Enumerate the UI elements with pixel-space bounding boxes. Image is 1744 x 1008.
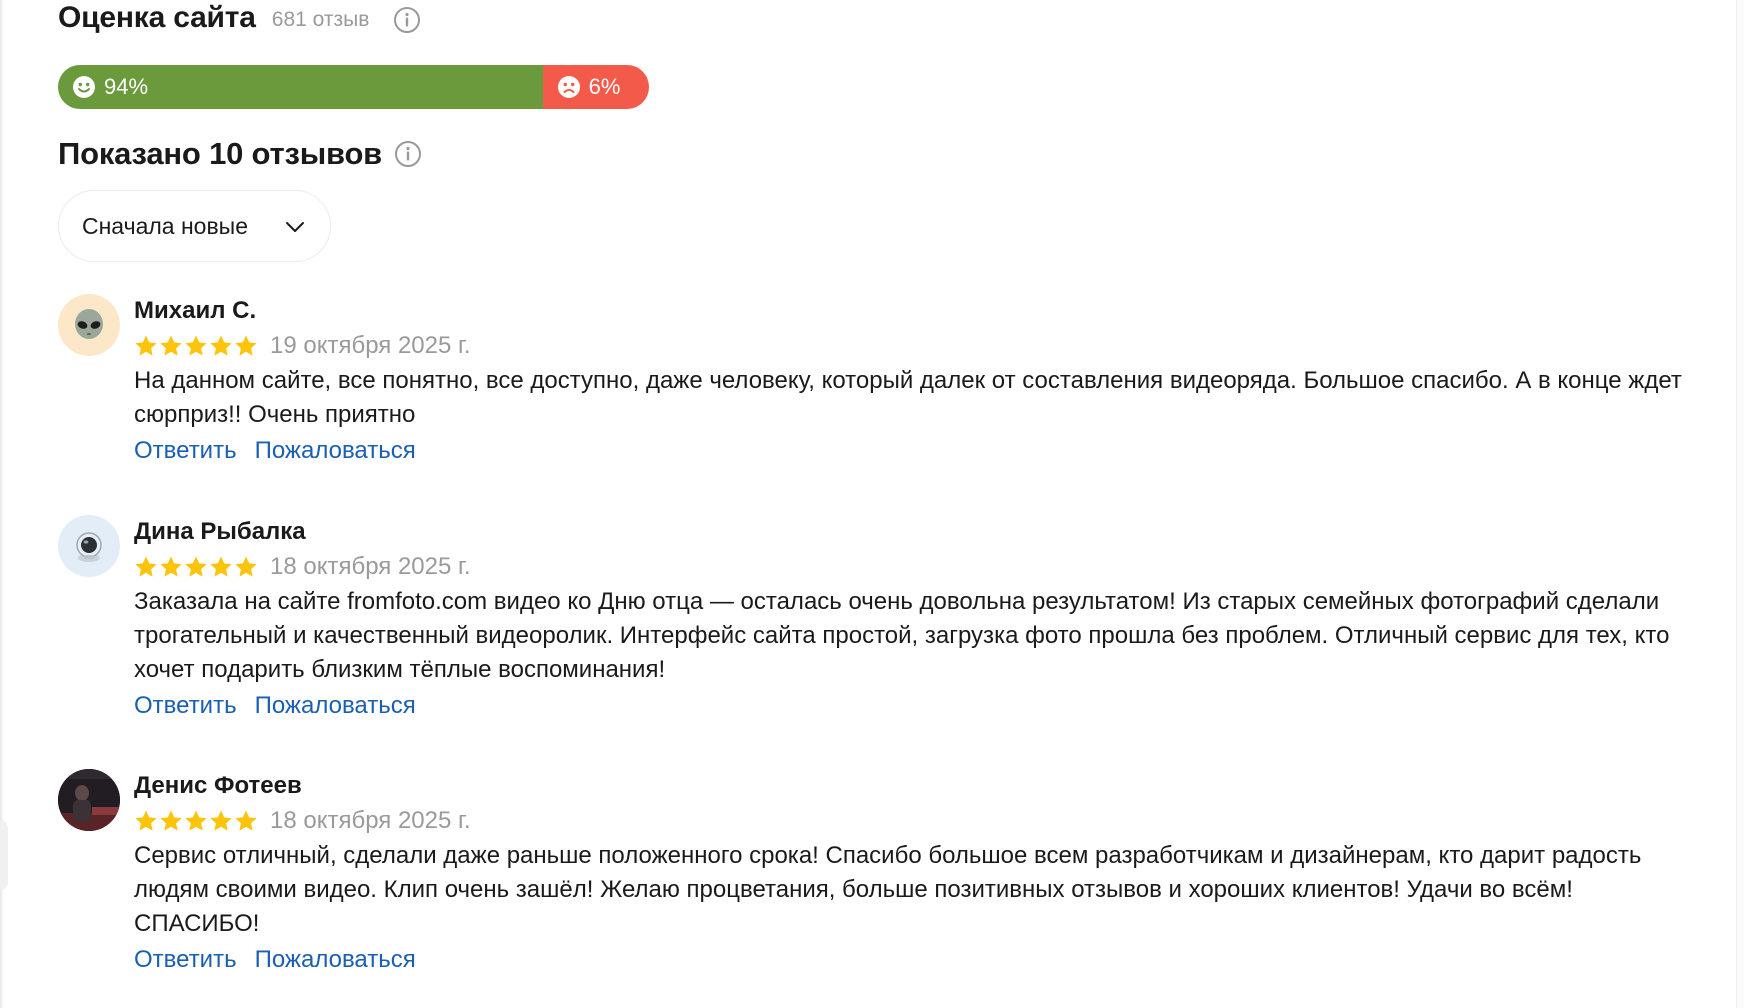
reply-link[interactable]: Ответить — [134, 946, 237, 974]
star-icon — [185, 556, 207, 577]
star-icon — [185, 810, 207, 831]
review-content: Михаил С. 19 октября 2025 г. На данном с… — [134, 294, 1694, 468]
photo-avatar-icon[interactable] — [58, 769, 120, 831]
rating-title: Оценка сайта — [58, 1, 256, 34]
star-icon — [210, 335, 232, 356]
review-text: Заказала на сайте fromfoto.com видео ко … — [134, 588, 1670, 683]
report-link[interactable]: Пожаловаться — [255, 946, 416, 974]
info-icon[interactable] — [394, 140, 422, 168]
negative-percent: 6% — [588, 74, 621, 99]
star-icon — [235, 810, 257, 831]
shown-reviews-title: Показано 10 отзывов — [58, 136, 383, 171]
rating-header: Оценка сайта 681 отзыв — [58, 0, 421, 38]
review-meta: 18 октября 2025 г. — [134, 549, 1694, 585]
review-actions: Ответить Пожаловаться — [134, 943, 1694, 977]
positive-share: 94% — [58, 65, 543, 109]
star-icon — [185, 335, 207, 356]
review-date: 19 октября 2025 г. — [270, 332, 471, 359]
sad-icon — [557, 75, 581, 99]
sort-select[interactable]: Сначала новые — [58, 190, 331, 262]
side-panel-handle[interactable] — [0, 820, 8, 890]
star-icon — [235, 335, 257, 356]
star-rating — [134, 334, 258, 358]
review-content: Денис Фотеев 18 октября 2025 г. Сервис о… — [134, 769, 1694, 977]
chevron-down-icon — [284, 216, 306, 243]
review-text: На данном сайте, все понятно, все доступ… — [134, 367, 1682, 428]
review-author: Михаил С. — [134, 297, 257, 324]
report-link[interactable]: Пожаловаться — [255, 437, 416, 465]
reply-link[interactable]: Ответить — [134, 692, 237, 720]
star-icon — [235, 556, 257, 577]
star-icon — [210, 556, 232, 577]
review-count: 681 отзыв — [271, 8, 370, 31]
review-meta: 18 октября 2025 г. — [134, 803, 1694, 839]
review-author: Дина Рыбалка — [134, 518, 306, 545]
alien-avatar-icon[interactable] — [58, 294, 120, 356]
review-content: Дина Рыбалка 18 октября 2025 г. Заказала… — [134, 515, 1694, 723]
smile-icon — [72, 75, 96, 99]
review-actions: Ответить Пожаловаться — [134, 689, 1694, 723]
positive-percent: 94% — [104, 74, 149, 99]
scrollbar-track[interactable] — [1736, 0, 1744, 1008]
star-rating — [134, 555, 258, 579]
star-icon — [160, 335, 182, 356]
review-meta: 19 октября 2025 г. — [134, 328, 1694, 364]
astronaut-avatar-icon[interactable] — [58, 515, 120, 577]
star-icon — [135, 810, 157, 831]
star-icon — [135, 556, 157, 577]
negative-share: 6% — [542, 65, 649, 109]
report-link[interactable]: Пожаловаться — [255, 692, 416, 720]
star-icon — [160, 556, 182, 577]
review-text: Сервис отличный, сделали даже раньше пол… — [134, 842, 1642, 937]
info-icon[interactable] — [393, 6, 421, 34]
star-rating — [134, 809, 258, 833]
sentiment-bar: 94% 6% — [58, 65, 649, 109]
sort-selected-value: Сначала новые — [82, 212, 249, 239]
review-author: Денис Фотеев — [134, 772, 302, 799]
shown-reviews-header: Показано 10 отзывов — [58, 134, 422, 174]
star-icon — [160, 810, 182, 831]
reply-link[interactable]: Ответить — [134, 437, 237, 465]
review-date: 18 октября 2025 г. — [270, 807, 471, 834]
star-icon — [135, 335, 157, 356]
review-actions: Ответить Пожаловаться — [134, 434, 1694, 468]
review-date: 18 октября 2025 г. — [270, 553, 471, 580]
star-icon — [210, 810, 232, 831]
